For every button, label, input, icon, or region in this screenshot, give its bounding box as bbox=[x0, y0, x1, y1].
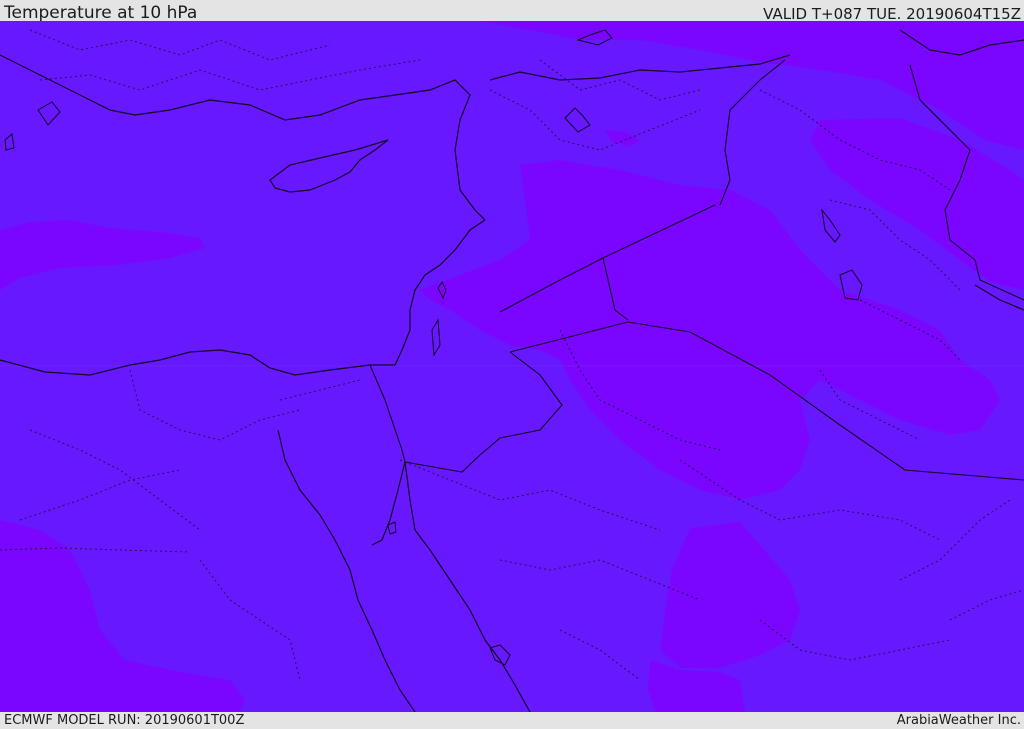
map-frame: Temperature at 10 hPa VALID T+087 TUE. 2… bbox=[0, 0, 1024, 729]
model-run-label: ECMWF MODEL RUN: 20190601T00Z bbox=[4, 713, 245, 728]
footer-bar: ECMWF MODEL RUN: 20190601T00Z ArabiaWeat… bbox=[0, 712, 1024, 729]
weather-map bbox=[0, 21, 1024, 712]
credit-label: ArabiaWeather Inc. bbox=[896, 713, 1021, 728]
header-bar: Temperature at 10 hPa VALID T+087 TUE. 2… bbox=[0, 0, 1024, 23]
map-title: Temperature at 10 hPa bbox=[4, 3, 198, 23]
